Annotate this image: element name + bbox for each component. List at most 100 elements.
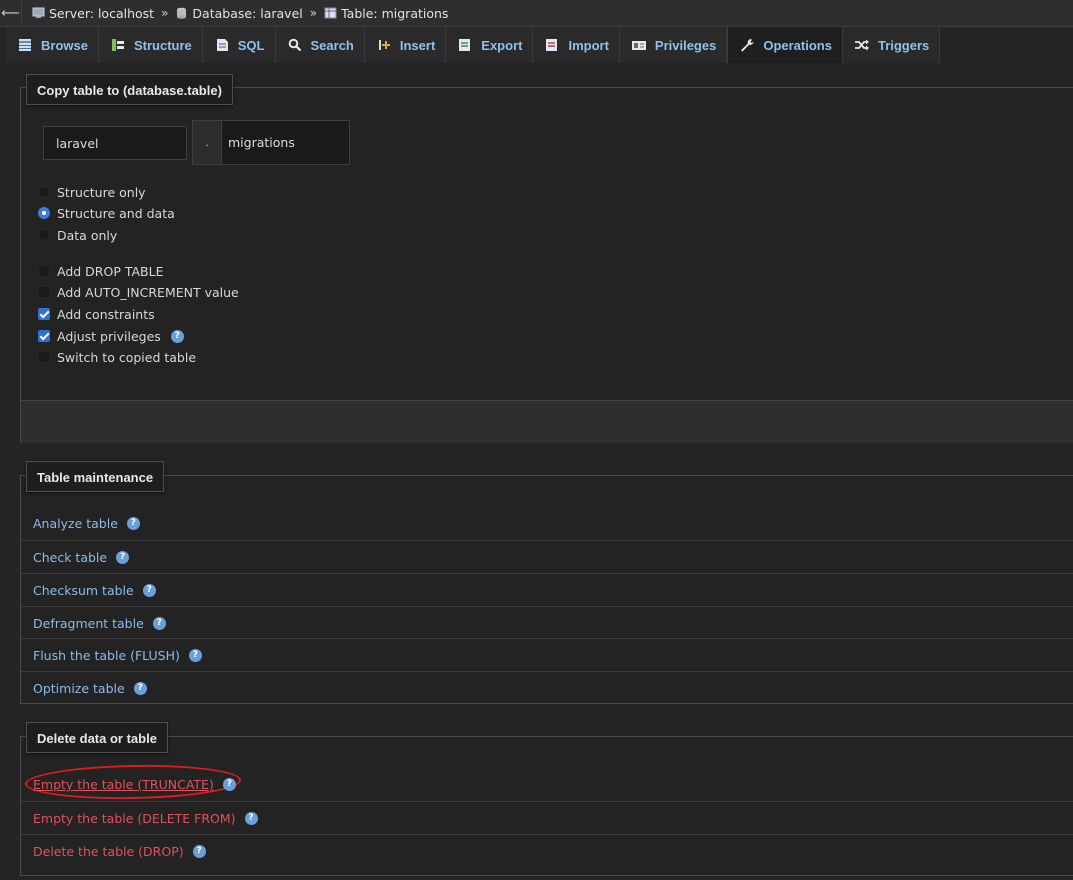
checkbox-checked[interactable] bbox=[38, 330, 50, 342]
tab-insert[interactable]: Insert bbox=[364, 27, 447, 63]
import-icon bbox=[546, 39, 558, 51]
breadcrumb-database[interactable]: Database: laravel bbox=[175, 6, 303, 21]
privileges-icon bbox=[631, 41, 646, 50]
truncate-table-link[interactable]: Empty the table (TRUNCATE) bbox=[33, 777, 214, 792]
back-arrow-icon[interactable]: ⟵ bbox=[0, 0, 22, 27]
tab-label: Privileges bbox=[654, 37, 717, 53]
help-icon[interactable] bbox=[244, 811, 258, 825]
delete-row: Empty the table (TRUNCATE) bbox=[21, 768, 1073, 801]
maintenance-row: Analyze table bbox=[21, 507, 1073, 540]
checkbox-label: Add DROP TABLE bbox=[57, 263, 164, 279]
maintenance-row: Check table bbox=[21, 540, 1073, 573]
delete-row: Delete the table (DROP) bbox=[21, 834, 1073, 867]
radio-button-selected[interactable] bbox=[38, 207, 50, 219]
tab-label: Browse bbox=[41, 37, 88, 53]
table-maintenance-title: Table maintenance bbox=[26, 461, 165, 492]
delete-table-title: Delete data or table bbox=[26, 722, 168, 753]
checkbox-adjust-privileges[interactable]: Adjust privileges bbox=[38, 327, 184, 345]
maintenance-row: Defragment table bbox=[21, 606, 1073, 639]
delete-table-panel: Delete data or table Empty the table (TR… bbox=[20, 722, 1073, 876]
delete-row: Empty the table (DELETE FROM) bbox=[21, 801, 1073, 834]
tab-label: Insert bbox=[399, 37, 436, 53]
help-icon[interactable] bbox=[142, 583, 156, 597]
tab-import[interactable]: Import bbox=[533, 27, 620, 63]
radio-label: Structure and data bbox=[57, 205, 175, 221]
drop-table-link[interactable]: Delete the table (DROP) bbox=[33, 844, 184, 859]
help-icon[interactable] bbox=[152, 616, 166, 630]
tab-triggers[interactable]: Triggers bbox=[842, 27, 941, 63]
radio-structure-and-data[interactable]: Structure and data bbox=[38, 204, 175, 222]
table-maintenance-panel: Table maintenance Analyze table Check ta… bbox=[20, 461, 1073, 704]
radio-button[interactable] bbox=[38, 186, 50, 198]
maintenance-row: Checksum table bbox=[21, 573, 1073, 606]
checkbox-add-auto-increment[interactable]: Add AUTO_INCREMENT value bbox=[38, 283, 239, 301]
radio-structure-only[interactable]: Structure only bbox=[38, 183, 146, 201]
checkbox[interactable] bbox=[38, 286, 50, 298]
triggers-icon bbox=[854, 39, 869, 51]
tab-sql[interactable]: SQL bbox=[202, 27, 276, 63]
tab-label: Structure bbox=[133, 37, 192, 53]
radio-data-only[interactable]: Data only bbox=[38, 226, 117, 244]
export-icon bbox=[459, 39, 471, 51]
target-table-input[interactable]: migrations bbox=[221, 120, 350, 165]
breadcrumb-separator: » bbox=[161, 6, 169, 20]
browse-icon bbox=[19, 39, 31, 51]
delete-from-table-link[interactable]: Empty the table (DELETE FROM) bbox=[33, 811, 236, 826]
wrench-icon bbox=[741, 39, 754, 52]
checkbox-label: Add constraints bbox=[57, 306, 155, 322]
tab-export[interactable]: Export bbox=[446, 27, 534, 63]
tab-search[interactable]: Search bbox=[275, 27, 365, 63]
table-icon bbox=[324, 7, 337, 19]
database-table-separator: . bbox=[192, 120, 222, 165]
copy-table-title: Copy table to (database.table) bbox=[26, 74, 233, 105]
checkbox-label: Adjust privileges bbox=[57, 328, 161, 344]
tab-bar: Browse Structure SQL Search Insert Expor… bbox=[6, 27, 941, 63]
optimize-table-link[interactable]: Optimize table bbox=[33, 681, 125, 696]
checkbox-label: Add AUTO_INCREMENT value bbox=[57, 284, 239, 300]
help-icon[interactable] bbox=[188, 648, 202, 662]
breadcrumb-server[interactable]: Server: localhost bbox=[32, 6, 154, 21]
tab-label: Search bbox=[310, 37, 354, 53]
copy-table-footer bbox=[21, 400, 1073, 443]
check-table-link[interactable]: Check table bbox=[33, 550, 107, 565]
breadcrumb-table-label[interactable]: Table: migrations bbox=[341, 6, 448, 21]
help-icon[interactable] bbox=[192, 844, 206, 858]
breadcrumb-server-label[interactable]: Server: localhost bbox=[49, 6, 154, 21]
help-icon[interactable] bbox=[133, 681, 147, 695]
checkbox-checked[interactable] bbox=[38, 308, 50, 320]
tab-privileges[interactable]: Privileges bbox=[619, 27, 728, 63]
help-icon[interactable] bbox=[170, 329, 184, 343]
checkbox[interactable] bbox=[38, 351, 50, 363]
tab-label: SQL bbox=[237, 37, 265, 53]
help-icon[interactable] bbox=[126, 517, 140, 530]
checkbox[interactable] bbox=[38, 265, 50, 277]
help-icon[interactable] bbox=[222, 778, 236, 791]
maintenance-row: Flush the table (FLUSH) bbox=[21, 638, 1073, 671]
target-database-input[interactable]: laravel bbox=[43, 126, 187, 160]
database-icon bbox=[177, 7, 187, 19]
radio-button[interactable] bbox=[38, 229, 50, 241]
checkbox-label: Switch to copied table bbox=[57, 349, 197, 365]
defragment-table-link[interactable]: Defragment table bbox=[33, 616, 144, 631]
checkbox-add-drop-table[interactable]: Add DROP TABLE bbox=[38, 262, 164, 280]
radio-label: Data only bbox=[57, 227, 118, 243]
tab-label: Export bbox=[481, 37, 523, 53]
breadcrumb-bar: ⟵ Server: localhost » Database: laravel … bbox=[0, 0, 1073, 27]
breadcrumb-database-label[interactable]: Database: laravel bbox=[192, 6, 302, 21]
tab-label: Import bbox=[568, 37, 609, 53]
analyze-table-link[interactable]: Analyze table bbox=[33, 516, 118, 531]
tab-structure[interactable]: Structure bbox=[98, 27, 203, 63]
breadcrumb-table[interactable]: Table: migrations bbox=[324, 6, 448, 21]
checkbox-add-constraints[interactable]: Add constraints bbox=[38, 305, 155, 323]
tab-browse[interactable]: Browse bbox=[6, 27, 99, 63]
checksum-table-link[interactable]: Checksum table bbox=[33, 583, 134, 598]
copy-table-panel: Copy table to (database.table) laravel .… bbox=[20, 74, 1073, 443]
server-icon bbox=[32, 7, 45, 18]
radio-label: Structure only bbox=[57, 184, 146, 200]
checkbox-switch-to-copied[interactable]: Switch to copied table bbox=[38, 348, 196, 366]
help-icon[interactable] bbox=[116, 550, 130, 564]
insert-icon bbox=[378, 40, 390, 50]
flush-table-link[interactable]: Flush the table (FLUSH) bbox=[33, 648, 180, 663]
sql-icon bbox=[216, 39, 228, 51]
tab-operations[interactable]: Operations bbox=[727, 27, 843, 63]
